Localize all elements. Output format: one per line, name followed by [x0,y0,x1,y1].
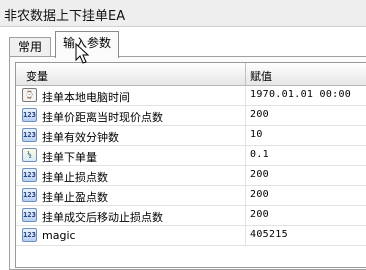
parameter-row[interactable]: ½ 挂单下单量 0.1 [16,146,366,166]
parameter-value[interactable]: 200 [250,209,269,220]
integer-icon: 123 [22,168,37,182]
tab-common[interactable]: 常用 [9,37,51,57]
cell-divider [245,106,246,125]
parameter-value[interactable]: 200 [250,189,269,200]
grid-header: 变量 赋值 [16,63,366,86]
integer-icon: 123 [22,208,37,222]
integer-icon: 123 [22,108,37,122]
parameter-row[interactable]: 123 挂单止盈点数 200 [16,186,366,206]
parameter-row[interactable]: ⌚ 挂单本地电脑时间 1970.01.01 00:00 [16,86,366,106]
column-divider[interactable] [245,63,246,85]
column-header-value[interactable]: 赋值 [250,68,272,84]
parameter-value[interactable]: 200 [250,109,269,120]
parameter-name: magic [42,229,76,242]
parameter-value[interactable]: 10 [250,129,263,140]
parameter-name: 挂单止盈点数 [42,191,108,204]
parameter-row[interactable]: 123 magic 405215 [16,226,366,246]
integer-icon: 123 [22,128,37,142]
parameter-name: 挂单止损点数 [42,171,108,184]
double-icon: ½ [22,148,37,162]
window-title: 非农数据上下挂单EA [4,9,126,24]
cell-divider [245,166,246,185]
mouse-pointer-icon [75,43,90,64]
integer-icon: 123 [22,188,37,202]
cell-divider [245,146,246,165]
datetime-icon: ⌚ [22,88,37,102]
parameter-name: 挂单本地电脑时间 [42,91,130,104]
column-header-variable[interactable]: 变量 [26,68,48,84]
title-bar: 非农数据上下挂单EA [0,0,366,27]
parameter-value[interactable]: 405215 [250,229,288,240]
parameter-name: 挂单成交后移动止损点数 [42,211,163,224]
integer-icon: 123 [22,228,37,242]
parameter-name: 挂单价距离当时现价点数 [42,111,163,124]
parameter-row[interactable]: 123 挂单价距离当时现价点数 200 [16,106,366,126]
parameter-name: 挂单有效分钟数 [42,131,119,144]
parameter-row[interactable]: 123 挂单有效分钟数 10 [16,126,366,146]
cell-divider [245,126,246,145]
parameter-row[interactable]: 123 挂单止损点数 200 [16,166,366,186]
cell-divider [245,226,246,245]
parameter-name: 挂单下单量 [42,151,97,164]
parameter-row[interactable]: 123 挂单成交后移动止损点数 200 [16,206,366,226]
parameter-value[interactable]: 1970.01.01 00:00 [250,89,351,100]
cell-divider [245,186,246,205]
cell-divider [245,206,246,225]
cell-divider [245,86,246,105]
parameters-grid[interactable]: 变量 赋值 ⌚ 挂单本地电脑时间 1970.01.01 00:00 123 挂单… [15,62,366,268]
parameter-value[interactable]: 200 [250,169,269,180]
parameter-value[interactable]: 0.1 [250,149,269,160]
